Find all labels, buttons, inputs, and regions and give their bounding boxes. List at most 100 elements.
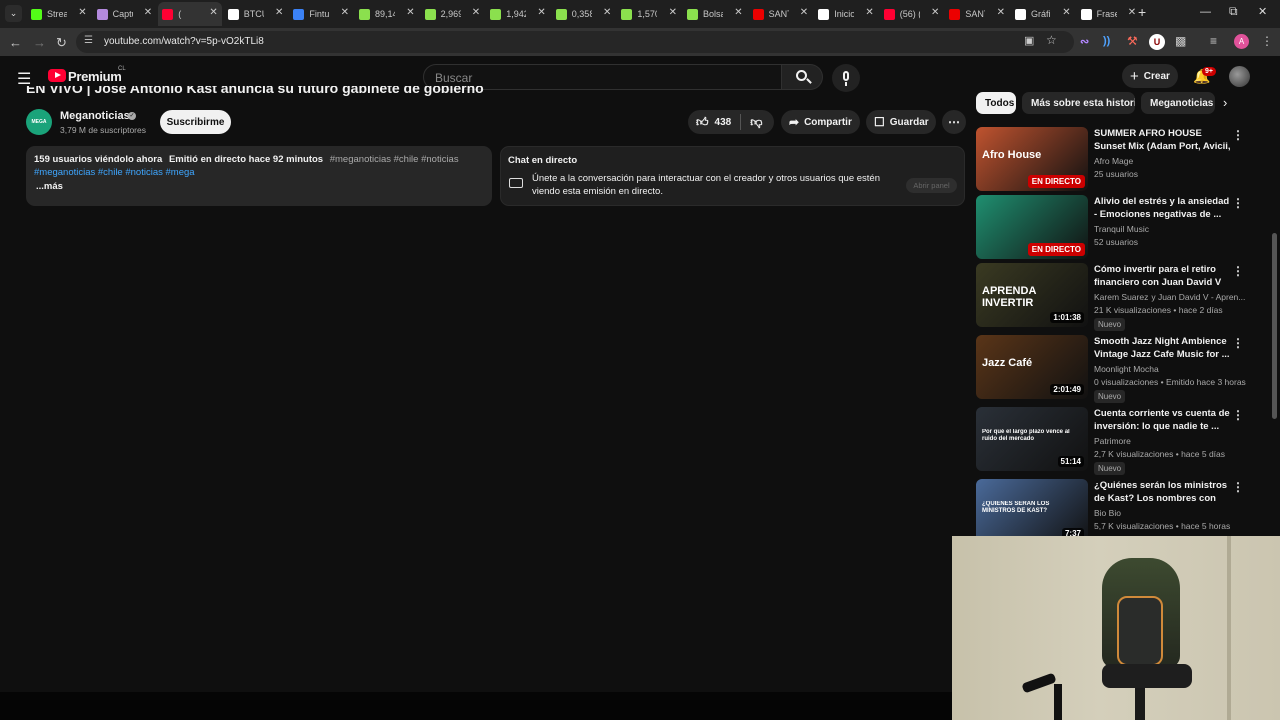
recommended-video[interactable]: Jazz Café 2:01:49 Smooth Jazz Night Ambien…	[976, 335, 1266, 403]
channel-name[interactable]: Bio Bio	[1094, 508, 1121, 518]
address-bar[interactable]: ☰ youtube.com/watch?v=5p-vO2kTLi8 ▣ ☆	[76, 31, 1074, 53]
more-actions-icon[interactable]: ⋯	[942, 110, 966, 134]
install-app-icon[interactable]: ▣	[1024, 34, 1034, 47]
more-options-icon[interactable]: ⋮	[1232, 196, 1244, 210]
channel-line[interactable]: Patrimore	[1094, 436, 1249, 446]
video-thumbnail[interactable]: ¿QUIÉNES SERÁN LOS MINISTROS DE KAST? 7:3…	[976, 479, 1088, 543]
extensions-puzzle-icon[interactable]: ▩	[1175, 34, 1186, 48]
browser-tab[interactable]: Frase ✕	[1077, 2, 1141, 26]
channel-line[interactable]: Bio Bio	[1094, 508, 1249, 518]
channel-line[interactable]: Karem Suarez y Juan David V - Apren...	[1094, 292, 1249, 302]
channel-name[interactable]: Meganoticias	[60, 110, 130, 122]
recommended-video[interactable]: APRENDA INVERTIR 1:01:38 Cómo invertir par…	[976, 263, 1266, 331]
tab-close-icon[interactable]: ✕	[341, 7, 349, 18]
browser-tab[interactable]: SANT ✕	[749, 2, 813, 26]
dislike-icon[interactable]: 👎︎	[750, 115, 762, 130]
more-options-icon[interactable]: ⋮	[1232, 128, 1244, 142]
more-options-icon[interactable]: ⋮	[1232, 408, 1244, 422]
open-panel-button[interactable]: Abrir panel	[906, 178, 957, 193]
video-thumbnail[interactable]: Por qué el largo plazo vence al ruido de…	[976, 407, 1088, 471]
hashtags-body[interactable]: #meganoticias #chile #noticias #mega	[34, 167, 195, 178]
reading-list-icon[interactable]: ≡	[1210, 34, 1217, 48]
channel-line[interactable]: Moonlight Mocha	[1094, 364, 1249, 374]
tab-close-icon[interactable]: ✕	[209, 7, 217, 18]
show-more-link[interactable]: ...más	[36, 181, 63, 192]
video-title[interactable]: Smooth Jazz Night Ambience Vintage Jazz …	[1094, 335, 1234, 361]
browser-tab[interactable]: Fintu ✕	[289, 2, 353, 26]
bookmark-star-icon[interactable]: ☆	[1046, 33, 1057, 47]
video-thumbnail[interactable]: Afro House EN DIRECTO	[976, 127, 1088, 191]
video-thumbnail[interactable]: EN DIRECTO	[976, 195, 1088, 259]
recommended-video[interactable]: EN DIRECTO Alivio del estrés y la ansieda…	[976, 195, 1266, 261]
profile-avatar[interactable]: A	[1234, 34, 1249, 49]
close-window-icon[interactable]: ✕	[1258, 5, 1267, 18]
sidebar-scrollbar[interactable]	[1272, 233, 1277, 419]
site-info-icon[interactable]: ☰	[84, 35, 93, 46]
tab-close-icon[interactable]: ✕	[931, 7, 939, 18]
share-button[interactable]: ➦ Compartir	[781, 110, 860, 134]
channel-name[interactable]: Afro Mage	[1094, 156, 1133, 166]
restore-icon[interactable]: ⧉	[1229, 4, 1238, 19]
like-icon[interactable]: 👍︎	[696, 115, 709, 130]
tab-close-icon[interactable]: ✕	[669, 7, 677, 18]
tab-close-icon[interactable]: ✕	[734, 7, 742, 18]
new-tab-button[interactable]: +	[1138, 4, 1146, 20]
browser-tab[interactable]: (✕	[158, 2, 222, 26]
browser-tab[interactable]: 89,14 ✕	[355, 2, 419, 26]
video-thumbnail[interactable]: Jazz Café 2:01:49	[976, 335, 1088, 399]
minimize-icon[interactable]: —	[1200, 6, 1211, 18]
like-count[interactable]: 438	[715, 117, 732, 128]
video-title[interactable]: Alivio del estrés y la ansiedad - Emocio…	[1094, 195, 1234, 221]
browser-tab[interactable]: Inicio ✕	[814, 2, 878, 26]
channel-name[interactable]: Tranquil Music	[1094, 224, 1149, 234]
back-icon[interactable]: ←	[9, 35, 22, 50]
youtube-logo-icon[interactable]	[48, 69, 66, 82]
browser-tab[interactable]: BTCU ✕	[224, 2, 288, 26]
recommended-video[interactable]: Afro House EN DIRECTO SUMMER AFRO HOUSE Su…	[976, 127, 1266, 193]
tab-close-icon[interactable]: ✕	[78, 7, 86, 18]
tab-close-icon[interactable]: ✕	[997, 7, 1005, 18]
video-title[interactable]: ¿Quiénes serán los ministros de Kast? Lo…	[1094, 479, 1234, 505]
more-options-icon[interactable]: ⋮	[1232, 336, 1244, 350]
subscribe-button[interactable]: Suscribirme	[160, 110, 231, 134]
browser-tab[interactable]: Captu ✕	[93, 2, 157, 26]
browser-tab[interactable]: 1,942 ✕	[486, 2, 550, 26]
extension-icon[interactable]: ⚒	[1127, 34, 1138, 48]
browser-tab[interactable]: 1,570 ✕	[617, 2, 681, 26]
video-title[interactable]: Cómo invertir para el retiro financiero …	[1094, 263, 1234, 289]
ublock-icon[interactable]: U	[1149, 34, 1165, 50]
browser-tab[interactable]: SANT ✕	[945, 2, 1009, 26]
account-avatar[interactable]	[1229, 66, 1250, 87]
more-options-icon[interactable]: ⋮	[1232, 264, 1244, 278]
chevron-right-icon[interactable]: ›	[1223, 95, 1227, 110]
filter-chip[interactable]: Todos	[976, 92, 1016, 114]
channel-line[interactable]: Tranquil Music	[1094, 224, 1249, 234]
filter-chip[interactable]: Más sobre esta historia	[1022, 92, 1135, 114]
browser-tab[interactable]: 2,969 ✕	[421, 2, 485, 26]
save-button[interactable]: ☐ Guardar	[866, 110, 936, 134]
hashtags-header[interactable]: #meganoticias #chile #noticias	[330, 154, 459, 165]
tab-close-icon[interactable]: ✕	[800, 7, 808, 18]
premium-logo-text[interactable]: Premium	[68, 69, 122, 84]
more-options-icon[interactable]: ⋮	[1232, 480, 1244, 494]
extension-icon[interactable]: ∾	[1080, 35, 1089, 48]
video-title[interactable]: SUMMER AFRO HOUSE Sunset Mix (Adam Port,…	[1094, 127, 1234, 153]
tab-close-icon[interactable]: ✕	[472, 7, 480, 18]
browser-tab[interactable]: Strea ✕	[27, 2, 91, 26]
browser-tab[interactable]: 0,358 ✕	[552, 2, 616, 26]
tab-close-icon[interactable]: ✕	[865, 7, 873, 18]
tab-close-icon[interactable]: ✕	[275, 7, 283, 18]
tab-close-icon[interactable]: ✕	[537, 7, 545, 18]
description-box[interactable]: 159 usuarios viéndolo ahora Emitió en di…	[26, 146, 492, 206]
channel-avatar[interactable]: MEGA	[26, 109, 52, 135]
reload-icon[interactable]: ↻	[56, 35, 67, 51]
tab-close-icon[interactable]: ✕	[406, 7, 414, 18]
channel-name[interactable]: Patrimore	[1094, 436, 1131, 446]
filter-chip[interactable]: Meganoticias	[1141, 92, 1215, 114]
tab-close-icon[interactable]: ✕	[1062, 7, 1070, 18]
forward-icon[interactable]: →	[33, 35, 46, 50]
recommended-video[interactable]: Por qué el largo plazo vence al ruido de…	[976, 407, 1266, 475]
channel-line[interactable]: Afro Mage	[1094, 156, 1249, 166]
tab-close-icon[interactable]: ✕	[603, 7, 611, 18]
tab-close-icon[interactable]: ✕	[144, 7, 152, 18]
